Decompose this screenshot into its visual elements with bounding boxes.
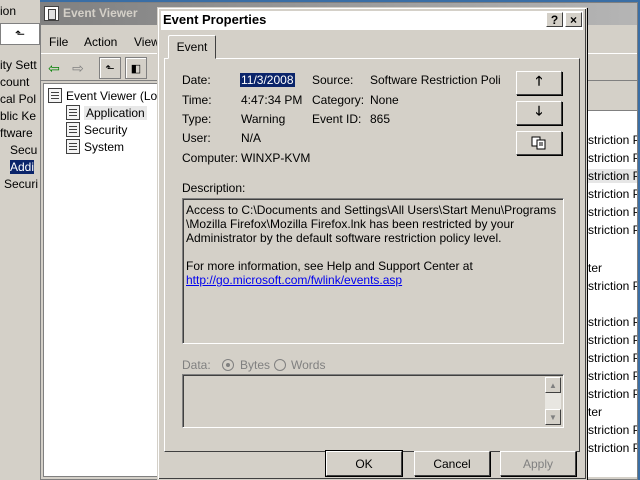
list-row[interactable]: striction P: [588, 369, 637, 383]
description-label: Description:: [182, 181, 246, 195]
log-icon: [66, 139, 80, 154]
data-textbox[interactable]: ▲ ▼: [182, 374, 564, 428]
list-row[interactable]: striction P: [588, 351, 637, 365]
list-row[interactable]: striction P: [588, 279, 637, 293]
tree-root[interactable]: Event Viewer (Loc: [48, 88, 159, 103]
tree-item-label: Application: [84, 105, 147, 120]
tree-pane: Event Viewer (Loc Application Security S…: [43, 83, 159, 477]
tab-event[interactable]: Event: [168, 35, 216, 59]
tree-root-label: Event Viewer (Loc: [66, 88, 159, 103]
event-viewer-title: Event Viewer: [63, 6, 138, 20]
menu-file[interactable]: File: [49, 35, 68, 49]
event-id-value[interactable]: 865: [370, 112, 390, 126]
source-value[interactable]: Software Restriction Poli: [370, 73, 501, 87]
description-text: Access to C:\Documents and Settings\All …: [186, 203, 557, 245]
down-arrow-icon: 🡓: [535, 103, 543, 118]
menu-action[interactable]: Action: [84, 35, 117, 49]
left-item[interactable]: Secu: [10, 143, 37, 157]
copy-icon: [531, 136, 546, 150]
back-arrow-icon[interactable]: ⇦: [43, 57, 65, 79]
category-label: Category:: [312, 93, 365, 107]
tree-item-application[interactable]: Application: [66, 105, 147, 120]
left-item[interactable]: Securi: [4, 177, 38, 191]
help-button[interactable]: ?: [546, 12, 563, 27]
user-label: User:: [182, 131, 211, 145]
scroll-up-icon[interactable]: ▲: [545, 377, 561, 393]
list-row[interactable]: striction P: [588, 387, 637, 401]
bytes-radio[interactable]: [222, 359, 234, 371]
list-row[interactable]: striction P: [588, 169, 637, 183]
left-item: ion: [0, 4, 17, 18]
left-item: ity Sett: [0, 58, 37, 72]
bytes-label: Bytes: [240, 358, 271, 372]
folder-up-icon[interactable]: ⬑: [0, 23, 40, 45]
apply-button[interactable]: Apply: [500, 451, 576, 476]
background-window-left: ion ⬑ ity Sett count cal Pol blic Ke ftw…: [0, 0, 40, 480]
list-row[interactable]: striction P: [588, 423, 637, 437]
type-label: Type:: [182, 112, 212, 126]
list-row[interactable]: striction P: [588, 315, 637, 329]
time-label: Time:: [182, 93, 212, 107]
list-row[interactable]: striction P: [588, 133, 637, 147]
words-label: Words: [291, 358, 326, 372]
date-label: Date:: [182, 73, 211, 87]
description-textbox[interactable]: Access to C:\Documents and Settings\All …: [182, 198, 564, 344]
menu-view[interactable]: View: [134, 35, 160, 49]
event-viewer-icon: [48, 88, 62, 103]
tree-item-security[interactable]: Security: [66, 122, 127, 137]
data-scrollbar[interactable]: ▲ ▼: [545, 377, 561, 425]
left-item: blic Ke: [0, 109, 37, 123]
tree-item-system[interactable]: System: [66, 139, 124, 154]
help-text: For more information, see Help and Suppo…: [186, 259, 473, 273]
dialog-titlebar[interactable]: Event Properties ? ×: [161, 11, 583, 30]
user-value[interactable]: N/A: [241, 131, 261, 145]
list-row[interactable]: striction P: [588, 151, 637, 165]
cancel-button[interactable]: Cancel: [414, 451, 490, 476]
data-label: Data:: [182, 358, 211, 372]
show-hide-tree-icon[interactable]: ◧: [125, 57, 147, 79]
up-one-level-icon[interactable]: ⬑: [99, 57, 121, 79]
list-row[interactable]: striction P: [588, 441, 637, 455]
list-row[interactable]: striction P: [588, 187, 637, 201]
event-id-label: Event ID:: [312, 112, 362, 126]
source-label: Source:: [312, 73, 354, 87]
forward-arrow-icon[interactable]: ⇨: [67, 57, 89, 79]
event-list-pane: striction P striction P striction P stri…: [585, 83, 637, 477]
list-row[interactable]: striction P: [588, 333, 637, 347]
words-radio[interactable]: [274, 359, 286, 371]
previous-event-button[interactable]: 🡑: [516, 71, 562, 95]
scroll-down-icon[interactable]: ▼: [545, 409, 561, 425]
help-link[interactable]: http://go.microsoft.com/fwlink/events.as…: [186, 273, 402, 287]
left-item-selected[interactable]: Addi: [10, 160, 35, 174]
up-arrow-icon: 🡑: [535, 73, 543, 88]
next-event-button[interactable]: 🡓: [516, 101, 562, 125]
ok-button[interactable]: OK: [325, 450, 403, 477]
tree-item-label: Security: [84, 122, 128, 137]
category-value[interactable]: None: [370, 93, 399, 107]
list-row[interactable]: ter: [588, 261, 602, 275]
computer-label: Computer:: [182, 151, 239, 165]
computer-value[interactable]: WINXP-KVM: [241, 151, 310, 165]
close-button[interactable]: ×: [565, 12, 582, 27]
event-properties-dialog: Event Properties ? × Event Date: 11/3/20…: [157, 7, 587, 480]
left-item: cal Pol: [0, 92, 37, 106]
type-value[interactable]: Warning: [241, 112, 285, 126]
date-value[interactable]: 11/3/2008: [240, 73, 295, 87]
event-viewer-icon: [44, 6, 59, 21]
tree-item-label: System: [84, 139, 125, 154]
left-item: ftware: [0, 126, 33, 140]
time-value[interactable]: 4:47:34 PM: [241, 93, 302, 107]
left-item: count: [0, 75, 30, 89]
dialog-title: Event Properties: [163, 12, 267, 27]
list-row[interactable]: striction P: [588, 223, 637, 237]
list-header: [586, 83, 637, 111]
log-icon: [66, 105, 80, 120]
copy-button[interactable]: [516, 131, 562, 155]
list-row[interactable]: ter: [588, 405, 602, 419]
log-icon: [66, 122, 80, 137]
list-row[interactable]: striction P: [588, 205, 637, 219]
